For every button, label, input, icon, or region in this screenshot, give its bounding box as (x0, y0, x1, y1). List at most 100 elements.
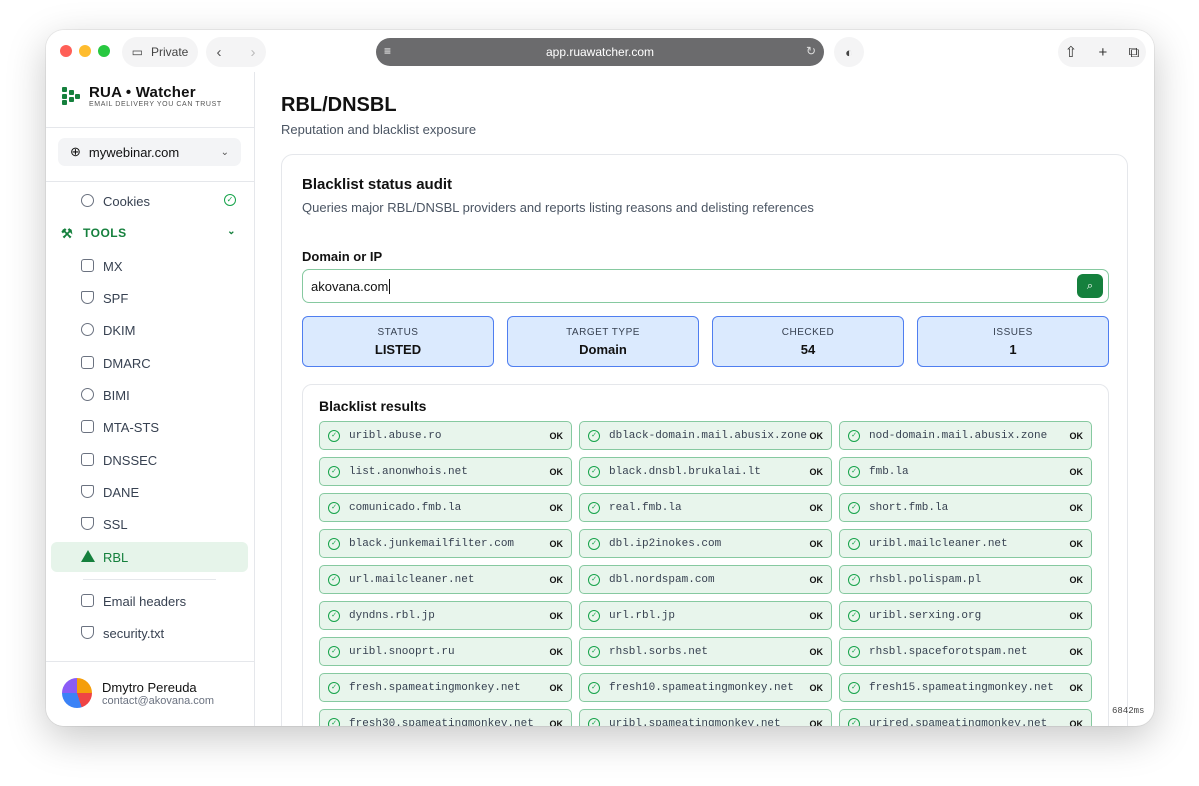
result-item[interactable]: ✓ url.rbl.jp OK (579, 601, 832, 630)
globe-icon: ⊕ (70, 144, 81, 159)
cookie-icon (81, 194, 94, 207)
private-tab-button[interactable]: ▭ Private (122, 37, 198, 67)
result-provider: uribl.spameatingmonkey.net (609, 717, 781, 727)
result-status: OK (809, 574, 824, 585)
search-button[interactable]: ⌕ (1077, 274, 1103, 298)
result-status: OK (1069, 502, 1084, 513)
result-item[interactable]: ✓ fresh30.spameatingmonkey.net OK (319, 709, 572, 726)
result-item[interactable]: ✓ real.fmb.la OK (579, 493, 832, 522)
result-provider: url.mailcleaner.net (349, 573, 475, 586)
sidebar-item-mx[interactable]: MX (51, 251, 248, 281)
result-provider: dbl.ip2inokes.com (609, 537, 722, 550)
sidebar-section-tools[interactable]: ⚒ TOOLS ⌄ (51, 218, 248, 248)
result-item[interactable]: ✓ dblack-domain.mail.abusix.zone OK (579, 421, 832, 450)
result-item[interactable]: ✓ uribl.spameatingmonkey.net OK (579, 709, 832, 726)
result-item[interactable]: ✓ list.anonwhois.net OK (319, 457, 572, 486)
result-item[interactable]: ✓ fresh15.spameatingmonkey.net OK (839, 673, 1092, 702)
check-circle-icon: ✓ (328, 645, 340, 658)
user-profile[interactable]: Dmytro Pereuda contact@akovana.com (62, 678, 214, 708)
result-status: OK (809, 682, 824, 693)
result-item[interactable]: ✓ black.dnsbl.brukalai.lt OK (579, 457, 832, 486)
brand[interactable]: RUA • Watcher EMAIL DELIVERY YOU CAN TRU… (62, 84, 222, 108)
domain-input[interactable]: akovana.com ⌕ (302, 269, 1109, 303)
sidebar-item-bimi[interactable]: BIMI (51, 380, 248, 410)
reload-icon[interactable]: ↻ (806, 44, 816, 58)
share-icon[interactable]: ⇧ (1065, 43, 1078, 61)
check-circle-icon: ✓ (848, 645, 860, 658)
result-provider: rhsbl.polispam.pl (869, 573, 982, 586)
result-status: OK (1069, 610, 1084, 621)
sidebar-item-dmarc[interactable]: DMARC (51, 348, 248, 378)
result-item[interactable]: ✓ dbl.ip2inokes.com OK (579, 529, 832, 558)
sidebar-item-security-txt[interactable]: security.txt (51, 618, 248, 648)
result-status: OK (549, 718, 564, 727)
sidebar-item-dnssec[interactable]: DNSSEC (51, 445, 248, 475)
sidebar-item-spf[interactable]: SPF (51, 283, 248, 313)
result-provider: fresh15.spameatingmonkey.net (869, 681, 1054, 694)
main-content: RBL/DNSBL Reputation and blacklist expos… (255, 72, 1154, 726)
page-menu-icon[interactable]: ≡ (384, 44, 396, 58)
address-bar[interactable]: ≡ app.ruawatcher.com ↻ (376, 38, 824, 66)
back-icon[interactable]: ‹ (217, 44, 222, 61)
sidebar-item-rbl[interactable]: RBL (51, 542, 248, 572)
check-circle-icon: ✓ (848, 465, 860, 478)
browser-window: ▭ Private ‹ › ≡ app.ruawatcher.com ↻ ◐ ⇧… (46, 30, 1154, 726)
result-item[interactable]: ✓ uribl.mailcleaner.net OK (839, 529, 1092, 558)
result-provider: comunicado.fmb.la (349, 501, 462, 514)
result-item[interactable]: ✓ fresh10.spameatingmonkey.net OK (579, 673, 832, 702)
result-item[interactable]: ✓ fresh.spameatingmonkey.net OK (319, 673, 572, 702)
result-status: OK (809, 502, 824, 513)
result-item[interactable]: ✓ urired.spameatingmonkey.net OK (839, 709, 1092, 726)
chevron-down-icon: ⌄ (220, 146, 229, 158)
privacy-shield-button[interactable]: ◐ (834, 37, 864, 67)
result-status: OK (1069, 538, 1084, 549)
check-circle-icon: ✓ (588, 609, 600, 622)
result-provider: black.dnsbl.brukalai.lt (609, 465, 761, 478)
sidebar-item-dane[interactable]: DANE (51, 477, 248, 507)
audit-card: Blacklist status audit Queries major RBL… (281, 154, 1128, 726)
result-item[interactable]: ✓ rhsbl.spaceforotspam.net OK (839, 637, 1092, 666)
result-item[interactable]: ✓ rhsbl.polispam.pl OK (839, 565, 1092, 594)
result-status: OK (549, 574, 564, 585)
check-circle-icon: ✓ (848, 429, 860, 442)
check-circle-icon: ✓ (328, 429, 340, 442)
result-item[interactable]: ✓ black.junkemailfilter.com OK (319, 529, 572, 558)
result-item[interactable]: ✓ uribl.snooprt.ru OK (319, 637, 572, 666)
result-item[interactable]: ✓ url.mailcleaner.net OK (319, 565, 572, 594)
result-item[interactable]: ✓ dbl.nordspam.com OK (579, 565, 832, 594)
domain-field-label: Domain or IP (302, 249, 383, 264)
minimize-window-button[interactable] (79, 45, 91, 57)
result-status: OK (549, 502, 564, 513)
domain-selector[interactable]: ⊕ mywebinar.com ⌄ (58, 138, 241, 166)
check-circle-icon: ✓ (224, 194, 236, 206)
check-circle-icon: ✓ (848, 537, 860, 550)
result-provider: uribl.snooprt.ru (349, 645, 455, 658)
result-item[interactable]: ✓ fmb.la OK (839, 457, 1092, 486)
maximize-window-button[interactable] (98, 45, 110, 57)
sidebar-item-ssl[interactable]: SSL (51, 509, 248, 539)
result-item[interactable]: ✓ short.fmb.la OK (839, 493, 1092, 522)
sidebar-item-dkim[interactable]: DKIM (51, 315, 248, 345)
tabs-overview-icon[interactable]: ⧉ (1129, 44, 1140, 61)
new-tab-icon[interactable]: + (1099, 44, 1108, 61)
result-item[interactable]: ✓ comunicado.fmb.la OK (319, 493, 572, 522)
sidebar-item-mta-sts[interactable]: MTA-STS (51, 412, 248, 442)
stat-issues: ISSUES 1 (917, 316, 1109, 367)
forward-icon[interactable]: › (251, 44, 256, 61)
close-window-button[interactable] (60, 45, 72, 57)
check-circle-icon: ✓ (588, 645, 600, 658)
result-status: OK (809, 538, 824, 549)
sidebar-item-email-headers[interactable]: Email headers (51, 586, 248, 616)
check-circle-icon: ✓ (848, 609, 860, 622)
result-item[interactable]: ✓ dyndns.rbl.jp OK (319, 601, 572, 630)
result-item[interactable]: ✓ nod-domain.mail.abusix.zone OK (839, 421, 1092, 450)
result-item[interactable]: ✓ uribl.serxing.org OK (839, 601, 1092, 630)
result-provider: black.junkemailfilter.com (349, 537, 515, 550)
result-status: OK (1069, 718, 1084, 727)
result-item[interactable]: ✓ rhsbl.sorbs.net OK (579, 637, 832, 666)
sidebar: RUA • Watcher EMAIL DELIVERY YOU CAN TRU… (46, 72, 255, 726)
chevron-down-icon: ⌄ (227, 226, 236, 237)
result-item[interactable]: ✓ uribl.abuse.ro OK (319, 421, 572, 450)
sidebar-item-cookies[interactable]: Cookies ✓ (51, 186, 248, 216)
toolbar-right: ⇧ + ⧉ (1058, 37, 1146, 67)
